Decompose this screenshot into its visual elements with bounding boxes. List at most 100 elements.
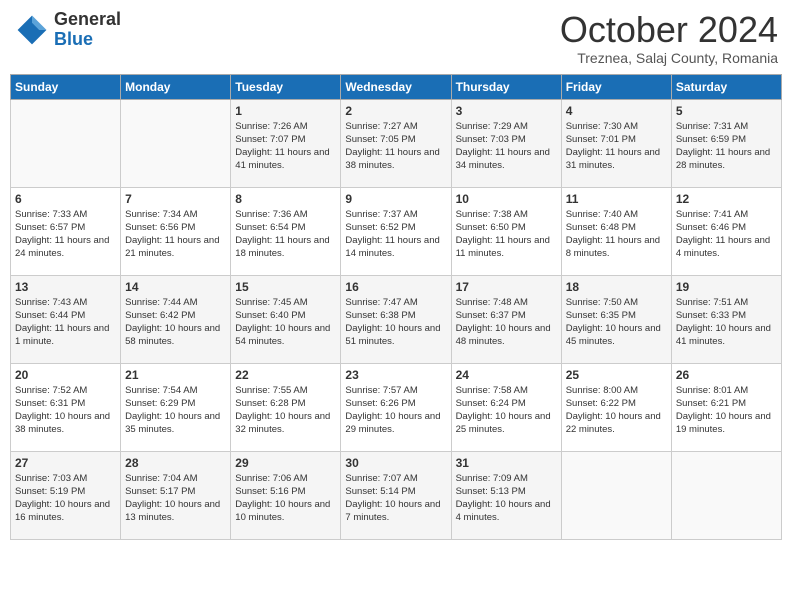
weekday-header-wednesday: Wednesday — [341, 74, 451, 99]
calendar-cell: 14Sunrise: 7:44 AM Sunset: 6:42 PM Dayli… — [121, 275, 231, 363]
day-number: 17 — [456, 280, 557, 294]
calendar-cell: 25 Sunrise: 8:00 AM Sunset: 6:22 PM Dayli… — [561, 363, 671, 451]
day-info: Sunrise: 7:58 AM Sunset: 6:24 PM Dayligh… — [456, 384, 557, 437]
day-number: 25 — [566, 368, 667, 382]
calendar-cell: 12 Sunrise: 7:41 AM Sunset: 6:46 PM Dayli… — [671, 187, 781, 275]
day-info: Sunrise: 7:30 AM Sunset: 7:01 PM Dayligh… — [566, 120, 667, 173]
weekday-header-sunday: Sunday — [11, 74, 121, 99]
day-number: 20 — [15, 368, 116, 382]
logo-general: General — [54, 10, 121, 30]
calendar-cell: 13 Sunrise: 7:43 AM Sunset: 6:44 PM Dayli… — [11, 275, 121, 363]
day-number: 7 — [125, 192, 226, 206]
day-info: Sunrise: 7:34 AM Sunset: 6:56 PM Dayligh… — [125, 208, 226, 261]
calendar-cell: 17 Sunrise: 7:48 AM Sunset: 6:37 PM Dayli… — [451, 275, 561, 363]
day-number: 13 — [15, 280, 116, 294]
day-number: 12 — [676, 192, 777, 206]
day-info: Sunrise: 7:50 AM Sunset: 6:35 PM Dayligh… — [566, 296, 667, 349]
day-info: Sunrise: 7:40 AM Sunset: 6:48 PM Dayligh… — [566, 208, 667, 261]
day-number: 28 — [125, 456, 226, 470]
day-number: 23 — [345, 368, 446, 382]
day-number: 8 — [235, 192, 336, 206]
calendar-cell — [671, 451, 781, 539]
day-number: 11 — [566, 192, 667, 206]
day-number: 16 — [345, 280, 446, 294]
day-info: Sunrise: 7:55 AM Sunset: 6:28 PM Dayligh… — [235, 384, 336, 437]
day-info: Sunrise: 7:37 AM Sunset: 6:52 PM Dayligh… — [345, 208, 446, 261]
day-info: Sunrise: 8:00 AM Sunset: 6:22 PM Dayligh… — [566, 384, 667, 437]
day-info: Sunrise: 7:52 AM Sunset: 6:31 PM Dayligh… — [15, 384, 116, 437]
day-info: Sunrise: 7:36 AM Sunset: 6:54 PM Dayligh… — [235, 208, 336, 261]
calendar-cell: 4Sunrise: 7:30 AM Sunset: 7:01 PM Daylig… — [561, 99, 671, 187]
location: Treznea, Salaj County, Romania — [560, 50, 778, 66]
day-info: Sunrise: 7:31 AM Sunset: 6:59 PM Dayligh… — [676, 120, 777, 173]
calendar-table: SundayMondayTuesdayWednesdayThursdayFrid… — [10, 74, 782, 540]
calendar-cell — [561, 451, 671, 539]
day-info: Sunrise: 7:04 AM Sunset: 5:17 PM Dayligh… — [125, 472, 226, 525]
logo: General Blue — [14, 10, 121, 50]
day-number: 22 — [235, 368, 336, 382]
calendar-cell: 21Sunrise: 7:54 AM Sunset: 6:29 PM Dayli… — [121, 363, 231, 451]
day-number: 26 — [676, 368, 777, 382]
day-number: 15 — [235, 280, 336, 294]
day-number: 2 — [345, 104, 446, 118]
calendar-week-5: 27Sunrise: 7:03 AM Sunset: 5:19 PM Dayli… — [11, 451, 782, 539]
calendar-cell — [121, 99, 231, 187]
day-info: Sunrise: 7:07 AM Sunset: 5:14 PM Dayligh… — [345, 472, 446, 525]
day-number: 3 — [456, 104, 557, 118]
logo-icon — [14, 12, 50, 48]
calendar-cell: 6Sunrise: 7:33 AM Sunset: 6:57 PM Daylig… — [11, 187, 121, 275]
day-number: 19 — [676, 280, 777, 294]
calendar-cell: 19 Sunrise: 7:51 AM Sunset: 6:33 PM Dayli… — [671, 275, 781, 363]
day-number: 14 — [125, 280, 226, 294]
calendar-cell: 16 Sunrise: 7:47 AM Sunset: 6:38 PM Dayli… — [341, 275, 451, 363]
day-number: 18 — [566, 280, 667, 294]
day-number: 30 — [345, 456, 446, 470]
calendar-cell: 27Sunrise: 7:03 AM Sunset: 5:19 PM Dayli… — [11, 451, 121, 539]
calendar-week-1: 1Sunrise: 7:26 AM Sunset: 7:07 PM Daylig… — [11, 99, 782, 187]
day-info: Sunrise: 7:09 AM Sunset: 5:13 PM Dayligh… — [456, 472, 557, 525]
calendar-week-4: 20 Sunrise: 7:52 AM Sunset: 6:31 PM Dayli… — [11, 363, 782, 451]
day-info: Sunrise: 7:33 AM Sunset: 6:57 PM Dayligh… — [15, 208, 116, 261]
day-number: 21 — [125, 368, 226, 382]
day-info: Sunrise: 7:48 AM Sunset: 6:37 PM Dayligh… — [456, 296, 557, 349]
calendar-cell: 9Sunrise: 7:37 AM Sunset: 6:52 PM Daylig… — [341, 187, 451, 275]
calendar-cell: 1Sunrise: 7:26 AM Sunset: 7:07 PM Daylig… — [231, 99, 341, 187]
calendar-cell: 2Sunrise: 7:27 AM Sunset: 7:05 PM Daylig… — [341, 99, 451, 187]
calendar-cell: 20 Sunrise: 7:52 AM Sunset: 6:31 PM Dayli… — [11, 363, 121, 451]
day-number: 27 — [15, 456, 116, 470]
calendar-cell — [11, 99, 121, 187]
calendar-cell: 8 Sunrise: 7:36 AM Sunset: 6:54 PM Daylig… — [231, 187, 341, 275]
day-number: 29 — [235, 456, 336, 470]
day-info: Sunrise: 7:51 AM Sunset: 6:33 PM Dayligh… — [676, 296, 777, 349]
logo-blue: Blue — [54, 30, 121, 50]
day-info: Sunrise: 7:47 AM Sunset: 6:38 PM Dayligh… — [345, 296, 446, 349]
day-info: Sunrise: 7:06 AM Sunset: 5:16 PM Dayligh… — [235, 472, 336, 525]
calendar-cell: 29 Sunrise: 7:06 AM Sunset: 5:16 PM Dayli… — [231, 451, 341, 539]
weekday-header-friday: Friday — [561, 74, 671, 99]
calendar-cell: 31 Sunrise: 7:09 AM Sunset: 5:13 PM Dayli… — [451, 451, 561, 539]
day-info: Sunrise: 7:26 AM Sunset: 7:07 PM Dayligh… — [235, 120, 336, 173]
calendar-cell: 10Sunrise: 7:38 AM Sunset: 6:50 PM Dayli… — [451, 187, 561, 275]
calendar-week-3: 13 Sunrise: 7:43 AM Sunset: 6:44 PM Dayli… — [11, 275, 782, 363]
weekday-header-saturday: Saturday — [671, 74, 781, 99]
page-header: General Blue October 2024 Treznea, Salaj… — [10, 10, 782, 66]
day-number: 31 — [456, 456, 557, 470]
calendar-cell: 23 Sunrise: 7:57 AM Sunset: 6:26 PM Dayli… — [341, 363, 451, 451]
calendar-cell: 30 Sunrise: 7:07 AM Sunset: 5:14 PM Dayli… — [341, 451, 451, 539]
calendar-week-2: 6Sunrise: 7:33 AM Sunset: 6:57 PM Daylig… — [11, 187, 782, 275]
day-number: 5 — [676, 104, 777, 118]
day-info: Sunrise: 7:41 AM Sunset: 6:46 PM Dayligh… — [676, 208, 777, 261]
weekday-header-thursday: Thursday — [451, 74, 561, 99]
weekday-header-row: SundayMondayTuesdayWednesdayThursdayFrid… — [11, 74, 782, 99]
calendar-cell: 5 Sunrise: 7:31 AM Sunset: 6:59 PM Daylig… — [671, 99, 781, 187]
calendar-cell: 3Sunrise: 7:29 AM Sunset: 7:03 PM Daylig… — [451, 99, 561, 187]
month-title: October 2024 — [560, 10, 778, 50]
calendar-cell: 24 Sunrise: 7:58 AM Sunset: 6:24 PM Dayli… — [451, 363, 561, 451]
calendar-cell: 28 Sunrise: 7:04 AM Sunset: 5:17 PM Dayli… — [121, 451, 231, 539]
day-number: 24 — [456, 368, 557, 382]
day-info: Sunrise: 7:57 AM Sunset: 6:26 PM Dayligh… — [345, 384, 446, 437]
weekday-header-monday: Monday — [121, 74, 231, 99]
day-info: Sunrise: 7:38 AM Sunset: 6:50 PM Dayligh… — [456, 208, 557, 261]
day-info: Sunrise: 7:43 AM Sunset: 6:44 PM Dayligh… — [15, 296, 116, 349]
calendar-cell: 18 Sunrise: 7:50 AM Sunset: 6:35 PM Dayli… — [561, 275, 671, 363]
